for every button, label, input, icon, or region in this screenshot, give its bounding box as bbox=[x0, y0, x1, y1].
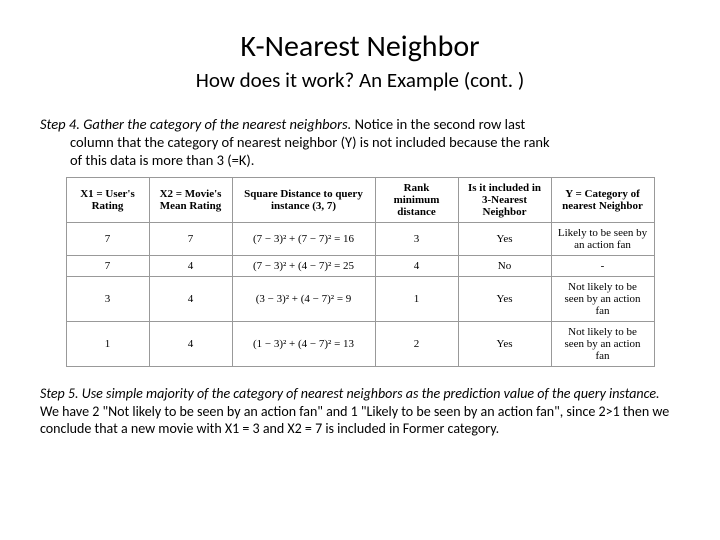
table-row: 1 4 (1 − 3)² + (4 − 7)² = 13 2 Yes Not l… bbox=[66, 322, 654, 367]
step5-label: Step 5. bbox=[40, 385, 79, 402]
step5-lead: Use simple majority of the category of n… bbox=[79, 385, 660, 402]
page-subtitle: How does it work? An Example (cont. ) bbox=[36, 67, 684, 93]
cell-y: - bbox=[551, 256, 654, 277]
header-inc: Is it included in 3-Nearest Neighbor bbox=[458, 178, 551, 223]
step4-text: Step 4. Gather the category of the neare… bbox=[40, 115, 684, 169]
header-x1: X1 = User's Rating bbox=[66, 178, 149, 223]
cell-inc: Yes bbox=[458, 322, 551, 367]
cell-x2: 4 bbox=[149, 277, 232, 322]
cell-sq: (3 − 3)² + (4 − 7)² = 9 bbox=[232, 277, 375, 322]
table-header-row: X1 = User's Rating X2 = Movie's Mean Rat… bbox=[66, 178, 654, 223]
table-row: 7 4 (7 − 3)² + (4 − 7)² = 25 4 No - bbox=[66, 256, 654, 277]
cell-y: Likely to be seen by an action fan bbox=[551, 223, 654, 256]
cell-sq: (1 − 3)² + (4 − 7)² = 13 bbox=[232, 322, 375, 367]
header-rank: Rank minimum distance bbox=[375, 178, 458, 223]
step5-text: Step 5. Use simple majority of the categ… bbox=[40, 385, 680, 438]
header-y: Y = Category of nearest Neighbor bbox=[551, 178, 654, 223]
header-x2: X2 = Movie's Mean Rating bbox=[149, 178, 232, 223]
table-row: 3 4 (3 − 3)² + (4 − 7)² = 9 1 Yes Not li… bbox=[66, 277, 654, 322]
cell-rank: 1 bbox=[375, 277, 458, 322]
cell-inc: No bbox=[458, 256, 551, 277]
cell-x1: 1 bbox=[66, 322, 149, 367]
cell-y: Not likely to be seen by an action fan bbox=[551, 277, 654, 322]
step4-lead: Gather the category of the nearest neigh… bbox=[80, 115, 351, 133]
cell-x1: 7 bbox=[66, 256, 149, 277]
cell-inc: Yes bbox=[458, 277, 551, 322]
page-title: K-Nearest Neighbor bbox=[36, 28, 684, 65]
knn-table: X1 = User's Rating X2 = Movie's Mean Rat… bbox=[66, 177, 655, 367]
cell-sq: (7 − 3)² + (4 − 7)² = 25 bbox=[232, 256, 375, 277]
cell-inc: Yes bbox=[458, 223, 551, 256]
cell-rank: 4 bbox=[375, 256, 458, 277]
cell-x1: 7 bbox=[66, 223, 149, 256]
header-sq: Square Distance to query instance (3, 7) bbox=[232, 178, 375, 223]
cell-rank: 2 bbox=[375, 322, 458, 367]
cell-y: Not likely to be seen by an action fan bbox=[551, 322, 654, 367]
cell-x2: 4 bbox=[149, 322, 232, 367]
step4-rest3: of this data is more than 3 (=K). bbox=[70, 151, 254, 169]
step4-rest2: column that the category of nearest neig… bbox=[70, 133, 550, 151]
cell-rank: 3 bbox=[375, 223, 458, 256]
cell-sq: (7 − 3)² + (7 − 7)² = 16 bbox=[232, 223, 375, 256]
cell-x2: 7 bbox=[149, 223, 232, 256]
cell-x1: 3 bbox=[66, 277, 149, 322]
step5-rest: We have 2 "Not likely to be seen by an a… bbox=[40, 403, 669, 438]
step4-rest1: Notice in the second row last bbox=[351, 115, 525, 133]
cell-x2: 4 bbox=[149, 256, 232, 277]
step4-label: Step 4. bbox=[40, 115, 80, 133]
table-row: 7 7 (7 − 3)² + (7 − 7)² = 16 3 Yes Likel… bbox=[66, 223, 654, 256]
